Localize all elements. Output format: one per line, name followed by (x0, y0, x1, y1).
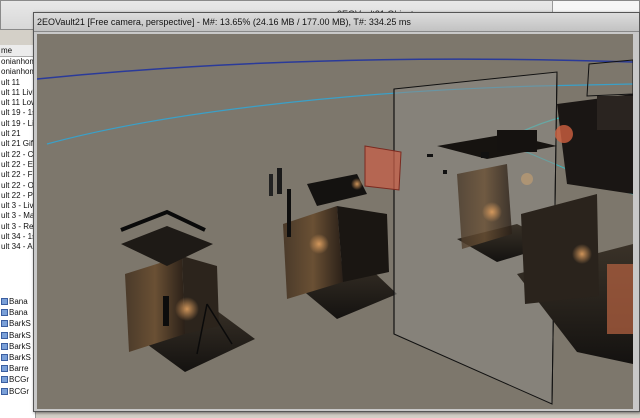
cell-list-item[interactable]: ult 34 - 1s (0, 232, 35, 242)
object-list-item[interactable]: BarkS (0, 318, 35, 329)
object-list-item[interactable]: BarkS (0, 341, 35, 352)
panel-gap (0, 260, 36, 296)
object-list-label: BarkS (9, 341, 31, 351)
object-list-item[interactable]: BarkS (0, 352, 35, 363)
cell-list-item[interactable]: ult 3 - Red (0, 222, 35, 232)
object-icon (1, 353, 8, 361)
object-icon (1, 309, 8, 317)
cell-list-item[interactable]: ult 11 Low (0, 98, 35, 108)
object-list-label: BarkS (9, 352, 31, 362)
cell-list-item[interactable]: ult 19 - Liv (0, 119, 35, 129)
cell-list-item[interactable]: ult 22 - Pe (0, 191, 35, 201)
selected-object-box (364, 145, 402, 191)
object-list-panel[interactable]: Bana Bana BarkS BarkS BarkS BarkS Barre BCGr BCG… (0, 296, 36, 418)
cell-list-item[interactable]: ult 3 - Livi (0, 201, 35, 211)
object-list-item[interactable]: BCGr (0, 386, 35, 397)
object-list-label: Barre (9, 364, 29, 374)
cell-list-item[interactable]: ult 11 Livi (0, 88, 35, 98)
object-icon (1, 376, 8, 384)
cell-list-header[interactable]: me (0, 45, 35, 57)
cell-list-item[interactable]: onianhom (0, 67, 35, 77)
cell-list-item[interactable]: ult 22 - En (0, 160, 35, 170)
object-list-item[interactable]: BCGr (0, 374, 35, 385)
cell-list-item[interactable]: ult 22 - Ox (0, 181, 35, 191)
viewport-title: 2EOVault21 [Free camera, perspective] - … (37, 17, 411, 27)
cell-list-panel[interactable]: me onianhom onianhom ult 11 ult 11 Livi ult … (0, 45, 36, 295)
cell-list-item[interactable]: ult 21 (0, 129, 35, 139)
object-list-label: BCGr (9, 386, 29, 396)
render-viewport-window[interactable]: 2EOVault21 [Free camera, perspective] - … (33, 12, 640, 412)
cell-list-item[interactable]: ult 19 - 1s (0, 108, 35, 118)
object-icon (1, 342, 8, 350)
cell-list-item[interactable]: ult 34 - An (0, 242, 35, 252)
scene-svg (37, 58, 633, 405)
cell-list-item[interactable]: ult 3 - Mar (0, 211, 35, 221)
room-module-1 (120, 209, 255, 372)
object-icon (1, 365, 8, 373)
object-list-item[interactable]: Bana (0, 307, 35, 318)
viewport-titlebar[interactable]: 2EOVault21 [Free camera, perspective] - … (34, 13, 639, 32)
object-list-label: BarkS (9, 330, 31, 340)
cell-list-item[interactable]: ult 22 - Fo (0, 170, 35, 180)
cell-list-item[interactable]: ult 11 (0, 78, 35, 88)
cell-list-item[interactable]: onianhom (0, 57, 35, 67)
object-list-label: BCGr (9, 375, 29, 385)
object-icon (1, 331, 8, 339)
object-list-label: BarkS (9, 319, 31, 329)
cell-list-item[interactable]: ult 21 Gift (0, 139, 35, 149)
room-module-2 (269, 168, 397, 319)
object-icon (1, 387, 8, 395)
object-icon (1, 320, 8, 328)
render-canvas[interactable] (37, 34, 633, 409)
object-list-label: Bana (9, 308, 28, 318)
object-list-item[interactable]: Bana (0, 296, 35, 307)
object-icon (1, 298, 8, 305)
object-list-label: Bana (9, 297, 28, 306)
object-list-item[interactable]: BarkS (0, 330, 35, 341)
cell-list-item[interactable]: ult 22 - Co (0, 150, 35, 160)
object-list-item[interactable]: Barre (0, 363, 35, 374)
